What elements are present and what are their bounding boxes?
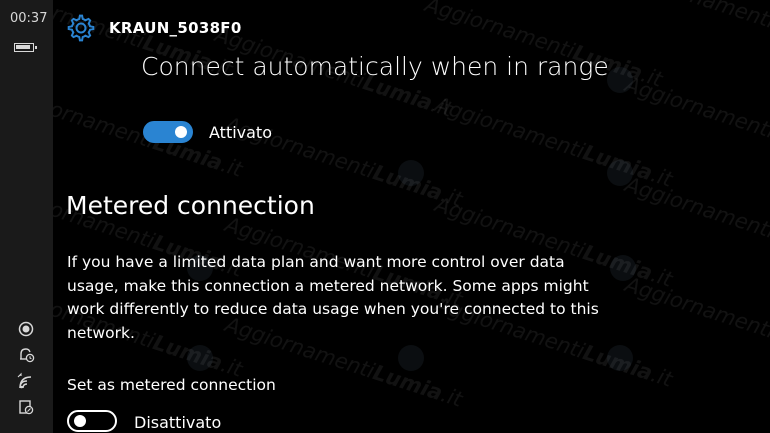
metered-connection-title: Metered connection <box>66 191 315 220</box>
metered-connection-toggle[interactable] <box>67 410 117 432</box>
watermark-logo-icon <box>607 345 633 371</box>
watermark: AggiornamentiLumia.it <box>622 72 770 144</box>
metered-description: If you have a limited data plan and want… <box>67 253 599 342</box>
metered-connection-state: Disattivato <box>134 413 222 432</box>
gear-icon <box>67 14 95 42</box>
watermark-logo-icon <box>187 345 213 371</box>
status-time: 00:37 <box>10 11 48 26</box>
watermark-logo-icon <box>398 345 424 371</box>
notification-icon <box>19 400 34 415</box>
watermark-logo-icon <box>607 67 633 93</box>
watermark-logo-icon <box>398 160 424 186</box>
status-bar: 00:37 <box>0 0 53 433</box>
connect-automatically-toggle[interactable] <box>143 121 193 143</box>
watermark: AggiornamentiLumia.it <box>622 172 770 244</box>
watermark-logo-icon <box>610 255 636 281</box>
watermark: AggiornamentiLumia.it <box>622 0 770 62</box>
page-header: KRAUN_5038F0 <box>66 12 242 44</box>
network-name: KRAUN_5038F0 <box>109 19 242 37</box>
wifi-settings-screen: AggiornamentiLumia.it AggiornamentiLumia… <box>0 0 770 433</box>
toggle-knob <box>74 415 86 427</box>
wifi-icon <box>17 372 32 389</box>
set-metered-label: Set as metered connection <box>67 376 276 394</box>
connect-automatically-state: Attivato <box>209 123 272 142</box>
watermark: AggiornamentiLumia.it <box>622 272 770 344</box>
toggle-knob <box>175 126 187 138</box>
watermark: AggiornamentiLumia.it <box>432 92 676 192</box>
connect-automatically-label: Connect automatically when in range <box>141 52 609 81</box>
quiet-hours-icon <box>20 348 35 363</box>
watermark-logo-icon <box>607 160 633 186</box>
battery-icon <box>14 43 37 52</box>
location-icon <box>18 321 34 337</box>
